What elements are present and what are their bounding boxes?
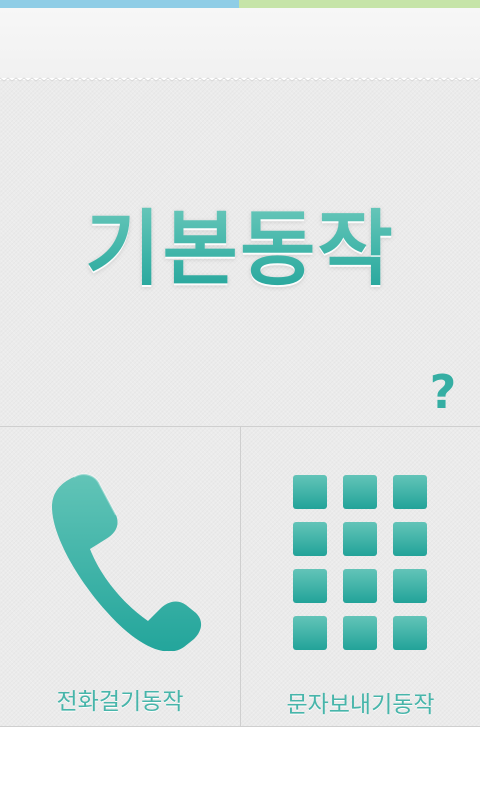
top-strip-green	[239, 0, 480, 8]
help-button[interactable]: ?	[428, 364, 458, 420]
zigzag-divider	[0, 77, 480, 82]
header-bar	[0, 8, 480, 78]
phone-handset-icon	[52, 473, 201, 651]
top-color-strip	[0, 0, 480, 8]
message-action-tile[interactable]: 문자보내기동작	[241, 427, 480, 726]
page-title: 기본동작	[0, 200, 480, 300]
top-strip-blue	[0, 0, 239, 8]
keypad-grid-icon	[293, 475, 427, 650]
message-action-label: 문자보내기동작	[286, 692, 435, 718]
call-action-tile[interactable]: 전화걸기동작	[0, 427, 240, 726]
bottom-blank-area	[0, 727, 480, 800]
call-action-label: 전화걸기동작	[56, 689, 184, 715]
